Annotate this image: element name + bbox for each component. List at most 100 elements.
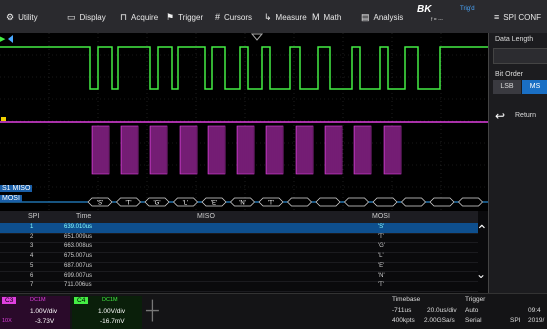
menu-trigger[interactable]: ⚑ Trigger — [166, 10, 203, 24]
cell-time: 699.007us — [64, 272, 93, 279]
decoded-byte-frame — [344, 197, 369, 207]
clock-time: 09:4 — [528, 307, 541, 314]
col-time: Time — [76, 213, 92, 220]
decoded-byte-frame — [429, 197, 455, 207]
scroll-down-icon[interactable]: ⌄ — [476, 267, 486, 281]
channel-3-info[interactable]: C3 DC1M 1.00V/div 10X -3.73V — [0, 296, 70, 329]
trigger-mode[interactable]: Auto — [465, 307, 478, 314]
cell-time: 675.007us — [64, 253, 93, 260]
decoded-byte-frame — [315, 197, 341, 207]
miso-label: S1 MISO — [0, 185, 33, 192]
cell-idx: 7 — [30, 282, 34, 289]
bit-order-label: Bit Order — [495, 71, 524, 78]
decoded-byte-label: 'L' — [183, 201, 189, 207]
trigger-position-marker[interactable] — [250, 33, 264, 41]
menu-measure[interactable]: ↳ Measure — [264, 10, 307, 24]
decoded-byte-label: 'N' — [239, 201, 246, 207]
decoded-byte-label: 'G' — [154, 201, 161, 207]
decoded-byte-label: 'S' — [97, 201, 103, 207]
cell-idx: 3 — [30, 243, 34, 250]
spi-conf-title: ≡ SPI CONF — [494, 10, 541, 24]
add-channel-icon[interactable]: ┼ — [146, 300, 159, 321]
menu-utility-label: Utility — [18, 12, 38, 22]
c4-offset: -16.7mV — [100, 318, 125, 325]
cell-mosi: 'G' — [378, 243, 385, 250]
horizontal-position-marker[interactable] — [8, 35, 13, 43]
menu-analysis[interactable]: ▤ Analysis — [361, 10, 403, 24]
c3-coupling: DC1M — [30, 297, 46, 303]
brand-logo: BK — [417, 4, 432, 15]
sample-rate: 2.00GSa/s — [424, 317, 455, 324]
table-row[interactable]: 7 711.006us 'T' — [0, 281, 478, 292]
channel-4-marker[interactable]: ▶ — [0, 35, 5, 43]
mosi-bus-decode: 'S' 'T' 'G' 'L' 'E' 'N' 'T' — [0, 197, 488, 207]
menu-icon: ≡ — [494, 12, 500, 22]
col-spi: SPI — [28, 213, 40, 220]
decoded-byte-label: 'T' — [268, 201, 274, 207]
waveform-canvas: 'S' 'T' 'G' 'L' 'E' 'N' 'T' — [0, 33, 488, 211]
spi-conf-label: SPI CONF — [503, 12, 542, 22]
menu-cursors-label: Cursors — [224, 12, 253, 22]
c4-scale: 1.00V/div — [98, 308, 126, 315]
menu-math-label: Math — [323, 12, 342, 22]
cell-time: 639.010us — [64, 224, 93, 230]
analysis-icon: ▤ — [361, 11, 370, 22]
c3-offset: -3.73V — [35, 318, 55, 325]
cell-idx: 2 — [30, 233, 34, 240]
status-bar: C3 DC1M 1.00V/div 10X -3.73V C4 DC1M 1.0… — [0, 293, 547, 329]
cell-time: 663.008us — [64, 243, 93, 250]
acquire-icon: ⊓ — [120, 11, 128, 22]
cell-mosi: 'E' — [378, 262, 385, 269]
menu-utility[interactable]: ⚙ Utility — [6, 10, 38, 24]
trigger-level-marker[interactable] — [1, 117, 6, 121]
decoded-byte-frame — [401, 197, 426, 207]
decoded-byte-frame — [372, 197, 398, 207]
cell-idx: 1 — [30, 224, 34, 230]
cell-mosi: 'N' — [378, 272, 385, 279]
gear-icon: ⚙ — [6, 11, 15, 22]
menu-display[interactable]: ▭ Display — [67, 10, 106, 24]
cell-time: 711.006us — [64, 282, 92, 289]
menu-analysis-label: Analysis — [373, 12, 404, 22]
waveform-display[interactable]: 'S' 'T' 'G' 'L' 'E' 'N' 'T' ▶ S1 MISO MOSI — [0, 33, 488, 211]
trigger-type[interactable]: Serial — [465, 317, 482, 324]
cell-mosi: 'T' — [378, 233, 384, 240]
scroll-up-icon[interactable]: ⌃ — [476, 222, 488, 239]
measure-icon: ↳ — [264, 11, 272, 22]
menu-measure-label: Measure — [275, 12, 307, 22]
cell-time: 651.009us — [64, 233, 93, 240]
decoded-byte-label: 'T' — [126, 201, 132, 207]
decoded-byte-frame — [287, 197, 312, 207]
lsb-toggle[interactable]: LSB — [493, 80, 521, 94]
col-mosi: MOSI — [372, 213, 390, 220]
decoded-byte-label: 'E' — [211, 201, 217, 207]
cell-mosi: 'L' — [378, 253, 384, 260]
menu-bar: ⚙ Utility ▭ Display ⊓ Acquire ⚑ Trigger … — [0, 0, 547, 34]
menu-math[interactable]: M Math — [312, 10, 341, 24]
mosi-label: MOSI — [0, 195, 22, 202]
c3-probe: 10X — [2, 318, 12, 324]
col-miso: MISO — [197, 213, 215, 220]
channel-4-trace — [0, 46, 488, 90]
cell-mosi: 'T' — [378, 282, 384, 289]
cell-idx: 6 — [30, 272, 34, 279]
timebase-delay[interactable]: -711us — [392, 307, 411, 314]
flag-icon: ⚑ — [166, 11, 175, 22]
c4-coupling: DC1M — [102, 297, 118, 303]
timebase-scale[interactable]: 20.0us/div — [427, 307, 457, 314]
frequency-readout: f = --- — [431, 17, 444, 23]
return-button[interactable]: Return — [515, 112, 536, 119]
trigger-status: Trig'd — [460, 6, 475, 12]
spi-config-panel: Data Length Bit Order LSB MS ↩ Return — [488, 33, 547, 293]
menu-acquire[interactable]: ⊓ Acquire — [120, 10, 158, 24]
msb-toggle[interactable]: MS — [522, 80, 547, 94]
channel-4-info[interactable]: C4 DC1M 1.00V/div -16.7mV — [72, 296, 142, 329]
cell-mosi: 'S' — [378, 224, 385, 230]
data-length-field[interactable] — [493, 48, 547, 64]
trigger-label: Trigger — [465, 296, 486, 303]
cursor-icon: # — [215, 12, 221, 22]
c3-badge: C3 — [2, 297, 17, 304]
clock-date: 2019/ — [528, 317, 545, 324]
menu-cursors[interactable]: # Cursors — [215, 10, 252, 24]
data-length-label: Data Length — [495, 36, 534, 43]
